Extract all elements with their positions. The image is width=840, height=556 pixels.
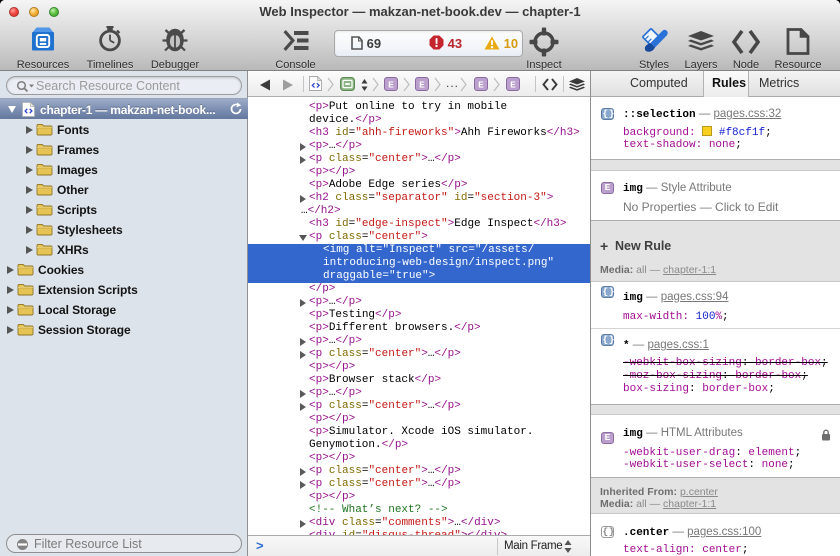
svg-text:E: E (510, 80, 516, 91)
svg-text:E: E (388, 80, 394, 91)
svg-text:E: E (419, 80, 425, 91)
svg-text:E: E (478, 80, 484, 91)
